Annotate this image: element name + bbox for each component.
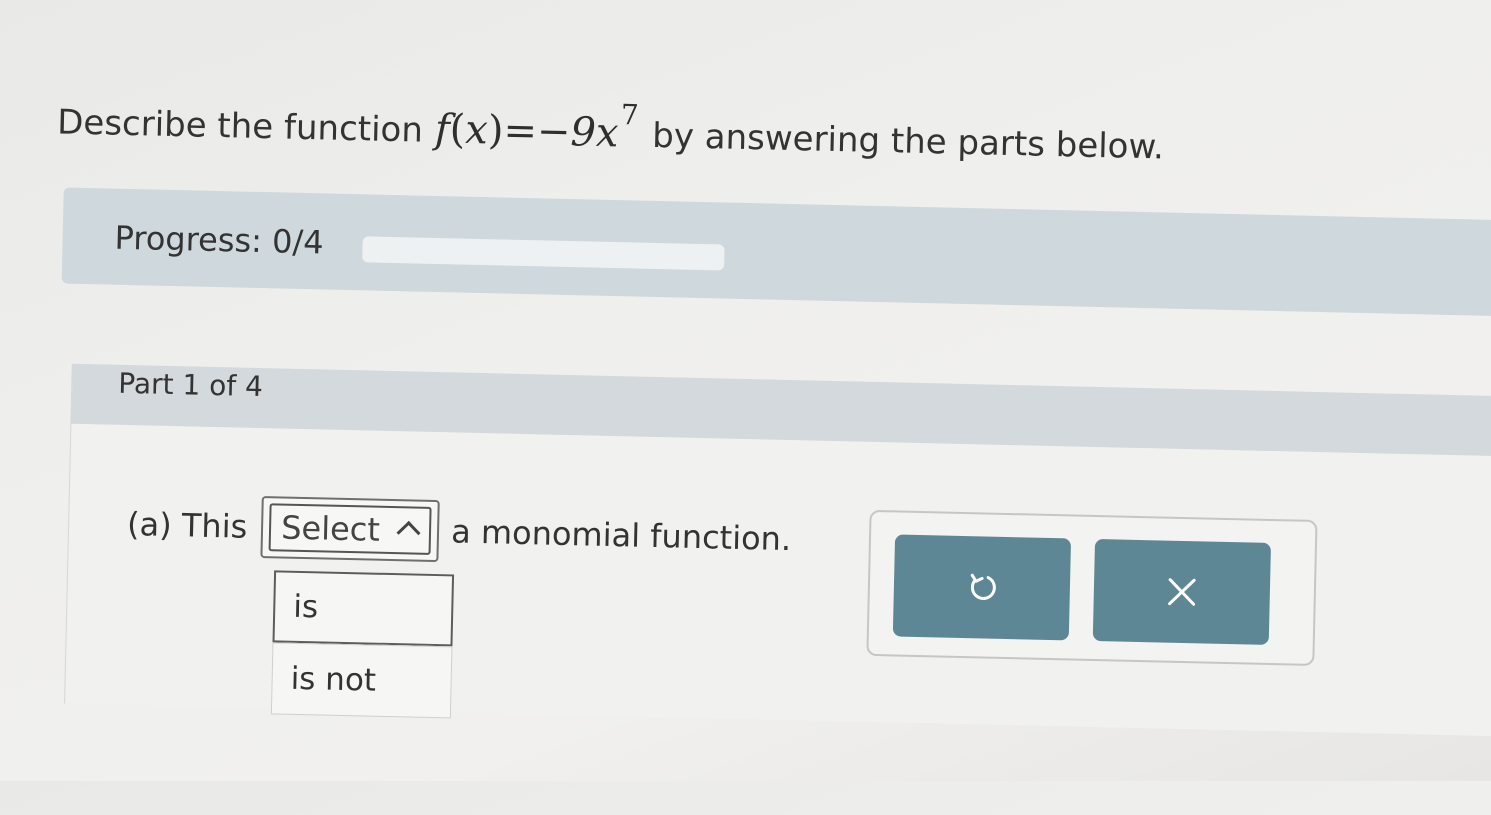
part-card: Part 1 of 4 (a) This Select a monomial f… [64, 363, 1491, 737]
progress-label: Progress: 0/4 [114, 218, 325, 262]
chevron-up-icon [396, 520, 421, 545]
function-variable: x [464, 106, 489, 154]
progress-bar [362, 236, 725, 271]
paren-close: ) [487, 107, 505, 154]
answer-select-value: Select [280, 508, 381, 549]
answer-select[interactable]: Select [260, 496, 440, 563]
progress-band: Progress: 0/4 [61, 187, 1491, 317]
function-expression: f(x)=−9x7 [434, 98, 639, 157]
option-label: is [292, 588, 319, 626]
function-name: f [434, 106, 451, 153]
question-prompt: Describe the function f(x)=−9x7 by answe… [57, 93, 1165, 168]
question-tail: a monomial function. [450, 512, 792, 559]
option-is-not[interactable]: is not [270, 642, 453, 719]
option-label: is not [290, 660, 377, 699]
part-header: Part 1 of 4 [71, 363, 1491, 457]
equals-sign: = [502, 107, 538, 155]
action-panel [866, 509, 1318, 666]
undo-icon [970, 573, 996, 600]
function-exponent: 7 [620, 98, 640, 132]
part-label: Part 1 of 4 [117, 366, 264, 404]
undo-button[interactable] [892, 534, 1072, 641]
option-is[interactable]: is [272, 570, 455, 647]
prompt-lead: Describe the function [56, 102, 424, 151]
progress-bar-fill [362, 236, 363, 263]
function-rhs: −9x [536, 108, 620, 157]
question-lead: (a) This [126, 505, 248, 546]
question-row: (a) This Select a monomial function. [126, 493, 792, 570]
prompt-tail: by answering the parts below. [651, 116, 1165, 168]
paren-open: ( [449, 106, 466, 153]
clear-button[interactable] [1092, 538, 1272, 645]
answer-dropdown: is is not [270, 570, 455, 719]
answer-select-inner[interactable]: Select [268, 503, 432, 555]
close-icon [1168, 578, 1196, 606]
page: Describe the function f(x)=−9x7 by answe… [0, 0, 1491, 815]
